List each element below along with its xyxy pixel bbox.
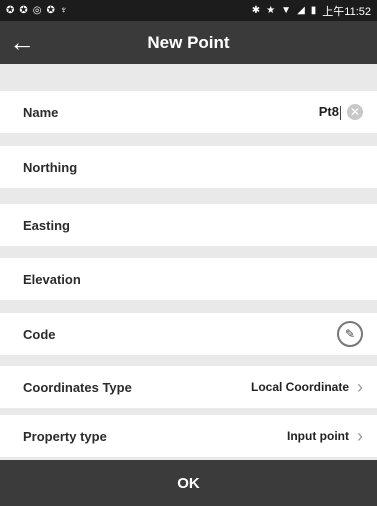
app-bar: ← New Point (0, 21, 377, 64)
northing-label: Northing (23, 159, 78, 175)
back-arrow-icon: ← (9, 27, 35, 57)
notification-icons: ✪ ✪ ◎ ✪ ♆ (6, 4, 68, 16)
star-icon: ★ (266, 4, 276, 16)
system-icons: ✱ ★ ▼ ◢ ▮ 上午11:52 (252, 3, 371, 19)
name-input[interactable]: Pt8 (319, 104, 341, 120)
status-bar: ✪ ✪ ◎ ✪ ♆ ✱ ★ ▼ ◢ ▮ 上午11:52 (0, 0, 377, 21)
name-field[interactable]: Name Pt8 ✕ (0, 91, 377, 133)
pencil-icon: ✎ (344, 327, 356, 341)
property-type-label: Property type (23, 428, 107, 444)
coordinates-type-row[interactable]: Coordinates Type Local Coordinate › (0, 366, 377, 408)
text-cursor (340, 105, 341, 120)
code-field[interactable]: Code ✎ (0, 313, 377, 355)
coordinates-type-value: Local Coordinate (250, 380, 349, 394)
battery-icon: ▮ (310, 4, 317, 16)
ok-button[interactable]: OK (0, 460, 377, 506)
pin-icon: ♆ (59, 4, 68, 16)
status-time: 上午11:52 (322, 5, 371, 18)
signal-icon: ◢ (297, 4, 305, 16)
property-type-row[interactable]: Property type Input point › (0, 415, 377, 457)
notification-icon: ✪ (46, 4, 55, 16)
northing-field[interactable]: Northing (0, 146, 377, 188)
page-title: New Point (147, 32, 230, 52)
elevation-field[interactable]: Elevation (0, 258, 377, 300)
easting-field[interactable]: Easting (0, 204, 377, 246)
code-picker-button[interactable]: ✎ (337, 321, 363, 347)
wifi-icon: ▼ (281, 4, 292, 16)
clear-icon[interactable]: ✕ (347, 104, 363, 120)
property-type-value: Input point (287, 429, 349, 443)
back-button[interactable]: ← (0, 21, 44, 64)
name-label: Name (23, 104, 59, 120)
notification-icon: ✪ (19, 4, 28, 16)
easting-label: Easting (23, 217, 70, 233)
bluetooth-icon: ✱ (251, 4, 261, 16)
notification-icon: ◎ (32, 4, 42, 16)
notification-icon: ✪ (6, 4, 15, 16)
coordinates-type-label: Coordinates Type (23, 379, 132, 395)
chevron-right-icon: › (357, 426, 363, 446)
elevation-label: Elevation (23, 271, 81, 287)
code-label: Code (23, 326, 56, 342)
chevron-right-icon: › (357, 377, 363, 397)
